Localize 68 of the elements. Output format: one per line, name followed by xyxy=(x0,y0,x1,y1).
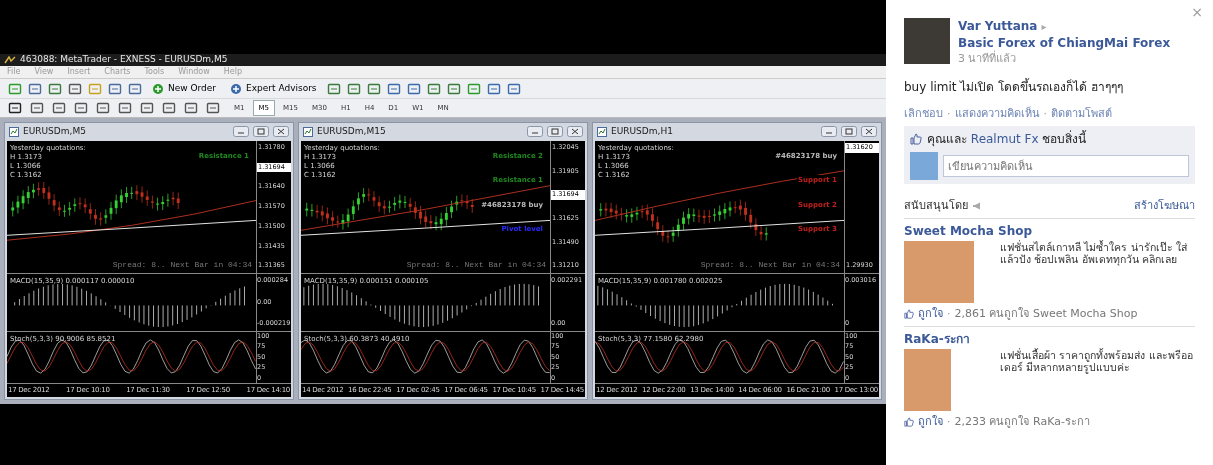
candle xyxy=(388,200,391,214)
candle xyxy=(32,183,35,199)
maximize-icon[interactable] xyxy=(841,126,857,138)
candle xyxy=(156,197,159,211)
ad-text: แฟชั่นเสื้อผ้า ราคาถูกทั้งพร้อมส่ง และพรีออเดอร์ มีหลากหลายรูปแบบค่ะ xyxy=(1000,349,1194,376)
candle xyxy=(326,207,329,225)
like-link[interactable]: ถูกใจ xyxy=(918,305,943,322)
spread-text: Spread: 8.. Next Bar in 04:34 xyxy=(112,259,252,271)
likes-text: คุณและ Realmut Fx ชอบสิ่งนี้ xyxy=(927,130,1087,148)
chart-window-title: EURUSDm,H1 xyxy=(611,125,674,139)
chart-icon xyxy=(597,127,607,137)
spread-text: Spread: 8.. Next Bar in 04:34 xyxy=(700,259,840,271)
candle xyxy=(450,200,453,219)
candle xyxy=(744,201,747,222)
action-link[interactable]: ติดตามโพสต์ xyxy=(1051,105,1112,122)
candle xyxy=(651,207,654,228)
thumbs-up-icon xyxy=(904,308,914,319)
avatar-placeholder xyxy=(910,152,938,180)
separator-dot: · xyxy=(947,105,951,122)
candle xyxy=(419,205,422,225)
separator-dot: · xyxy=(947,414,951,430)
separator-dot: · xyxy=(1043,105,1047,122)
chart-icon xyxy=(9,127,19,137)
group-link[interactable]: Basic Forex of ChiangMai Forex xyxy=(958,35,1171,51)
comment-field[interactable]: เขียนความคิดเห็น xyxy=(943,155,1189,177)
minimize-icon[interactable] xyxy=(821,126,837,138)
candle xyxy=(357,191,360,211)
ad-text: แฟชั่นสไตล์เกาหลี ไม่ซ้ำใคร น่ารักเป๊ะ ใส่แล้วปัง ช้อปเพลิน อัพเดททุกวัน คลิกเลย xyxy=(1000,240,1188,268)
candle xyxy=(682,211,685,231)
like-count: 2,861 คนถูกใจ Sweet Mocha Shop xyxy=(954,305,1138,322)
separator-dot: · xyxy=(947,305,951,322)
post-message: buy limit ไม่เปิด โดดขึ้นรถเองก็ได้ ฮาๆๆๆ xyxy=(904,77,1124,96)
candle xyxy=(620,207,623,222)
minimize-icon[interactable] xyxy=(527,126,543,138)
candle xyxy=(713,208,716,222)
chart-window-title: EURUSDm,M15 xyxy=(317,125,387,139)
author-link[interactable]: Var Yuttana xyxy=(958,19,1038,33)
thumbs-up-icon xyxy=(904,417,914,428)
spread-text: Spread: 8.. Next Bar in 04:34 xyxy=(406,259,546,271)
avatar-placeholder xyxy=(904,18,950,64)
megaphone-icon xyxy=(972,202,981,211)
chart-icon xyxy=(303,127,313,137)
toolbar-button[interactable]: New Order xyxy=(148,81,221,96)
minimize-icon[interactable] xyxy=(233,126,249,138)
maximize-icon[interactable] xyxy=(253,126,269,138)
ad-title-link[interactable]: Sweet Mocha Shop xyxy=(904,221,1195,240)
candle xyxy=(63,204,66,218)
plus-icon xyxy=(152,82,164,95)
app-logo-icon xyxy=(4,56,16,64)
action-link[interactable]: แสดงความคิดเห็น xyxy=(954,105,1040,122)
close-icon[interactable] xyxy=(567,126,583,138)
candle xyxy=(94,208,97,226)
ad-title-link[interactable]: RaKa-ระกา xyxy=(904,330,1195,348)
thumbs-up-icon xyxy=(910,133,922,145)
arrow-text: ▸ xyxy=(1041,21,1047,32)
window-title: 463088: MetaTrader - EXNESS - EURUSDm,M5 xyxy=(20,53,228,67)
create-ad-link[interactable]: สร้างโฆษณา xyxy=(1134,198,1195,215)
liker-link[interactable]: Realmut Fx xyxy=(970,132,1039,146)
close-icon[interactable] xyxy=(861,126,877,138)
sponsored-title: สนับสนุนโดย xyxy=(904,198,968,214)
candle xyxy=(125,186,128,204)
toolbar-button[interactable]: Expert Advisors xyxy=(226,81,321,96)
like-count: 2,233 คนถูกใจ RaKa-ระกา xyxy=(954,414,1090,430)
chart-window-title: EURUSDm,M5 xyxy=(23,125,87,139)
close-icon[interactable] xyxy=(273,126,289,138)
action-link[interactable]: เลิกชอบ xyxy=(904,105,943,122)
like-link[interactable]: ถูกใจ xyxy=(918,414,943,431)
maximize-icon[interactable] xyxy=(547,126,563,138)
